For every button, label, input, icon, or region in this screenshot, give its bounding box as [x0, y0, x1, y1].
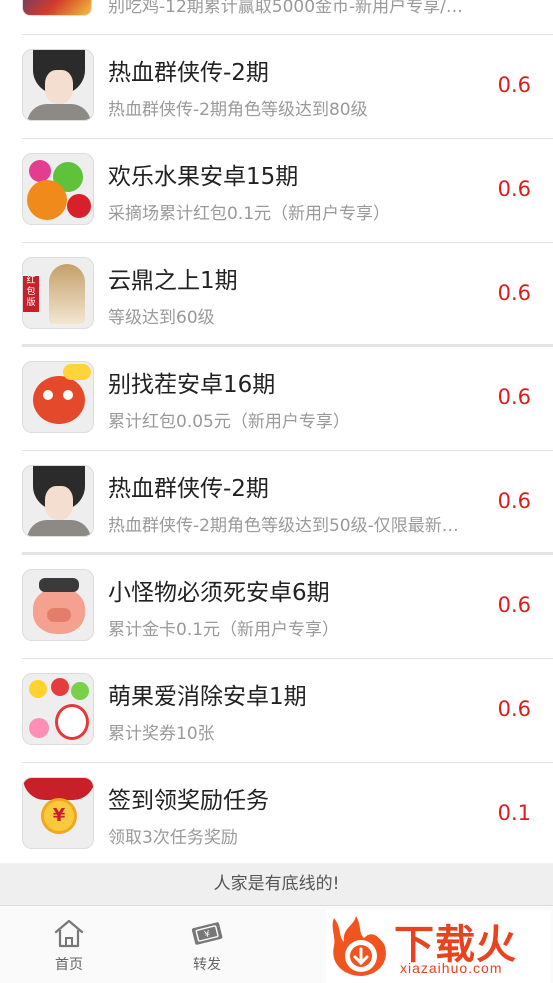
task-reward: 0.6 — [497, 593, 531, 617]
home-icon — [54, 919, 84, 948]
watermark-logo: 下载火 xiazaihuo.com — [326, 910, 551, 983]
task-title: 小怪物必须死安卓6期 — [108, 580, 330, 606]
task-title: 热血群侠传-2期 — [108, 476, 269, 502]
end-of-list-note: 人家是有底线的! — [0, 863, 553, 906]
task-subtitle: 采摘场累计红包0.1元（新用户专享） — [108, 204, 391, 224]
list-item[interactable]: 热血群侠传-2期 热血群侠传-2期角色等级达到50级-仅限最新… 0.6 — [22, 451, 553, 555]
hero-portrait-icon — [22, 49, 94, 121]
tab-label: 转发 — [193, 957, 221, 973]
tab-home[interactable]: 首页 — [9, 906, 129, 983]
task-subtitle: 热血群侠传-2期角色等级达到80级 — [108, 100, 368, 120]
task-reward: 0.6 — [497, 697, 531, 721]
match-fruit-game-icon — [22, 673, 94, 745]
task-subtitle: 领取3次任务奖励 — [108, 828, 238, 848]
tab-forward[interactable]: ¥ 转发 — [147, 906, 267, 983]
game-icon — [22, 0, 92, 16]
flame-logo-icon — [332, 916, 386, 976]
task-title: 云鼎之上1期 — [108, 268, 238, 294]
task-list: 别吃鸡-12期累计赢取5000金币-新用户专享/… 热血群侠传-2期 热血群侠传… — [0, 0, 553, 867]
task-subtitle: 累计奖券10张 — [108, 724, 215, 744]
fruit-game-icon — [22, 153, 94, 225]
task-subtitle: 等级达到60级 — [108, 308, 215, 328]
red-envelope-icon: ¥ — [22, 777, 94, 849]
list-item[interactable]: 欢乐水果安卓15期 采摘场累计红包0.1元（新用户专享） 0.6 — [22, 139, 553, 243]
task-subtitle: 累计金卡0.1元（新用户专享） — [108, 620, 340, 640]
task-reward: 0.6 — [497, 73, 531, 97]
task-title: 萌果爱消除安卓1期 — [108, 684, 307, 710]
yunding-game-icon: 红包版 — [22, 257, 94, 329]
task-subtitle: 别吃鸡-12期累计赢取5000金币-新用户专享/… — [108, 0, 463, 17]
task-reward: 0.6 — [497, 177, 531, 201]
list-item[interactable]: 红包版 云鼎之上1期 等级达到60级 0.6 — [22, 243, 553, 347]
watermark-url: xiazaihuo.com — [400, 960, 503, 976]
hero-portrait-icon — [22, 465, 94, 537]
monkey-game-icon — [22, 361, 94, 433]
yuan-coin-icon: ¥ — [41, 798, 77, 834]
list-item[interactable]: 萌果爱消除安卓1期 累计奖券10张 0.6 — [22, 659, 553, 763]
task-reward: 0.6 — [497, 281, 531, 305]
list-item[interactable]: 小怪物必须死安卓6期 累计金卡0.1元（新用户专享） 0.6 — [22, 555, 553, 659]
pig-monster-game-icon — [22, 569, 94, 641]
tab-label: 首页 — [55, 957, 83, 973]
icon-tag: 红包版 — [23, 276, 39, 312]
list-item[interactable]: ¥ 签到领奖励任务 领取3次任务奖励 0.1 — [22, 763, 553, 867]
task-title: 签到领奖励任务 — [108, 788, 269, 814]
list-item-partial[interactable]: 别吃鸡-12期累计赢取5000金币-新用户专享/… — [22, 0, 553, 35]
task-subtitle: 热血群侠传-2期角色等级达到50级-仅限最新… — [108, 516, 459, 536]
ticket-icon: ¥ — [191, 922, 223, 945]
task-title: 热血群侠传-2期 — [108, 60, 269, 86]
task-title: 欢乐水果安卓15期 — [108, 164, 299, 190]
task-title: 别找茬安卓16期 — [108, 372, 276, 398]
task-reward: 0.6 — [497, 385, 531, 409]
task-reward: 0.6 — [497, 489, 531, 513]
task-subtitle: 累计红包0.05元（新用户专享） — [108, 412, 350, 432]
task-reward: 0.1 — [497, 801, 531, 825]
list-item[interactable]: 热血群侠传-2期 热血群侠传-2期角色等级达到80级 0.6 — [22, 35, 553, 139]
list-item[interactable]: 别找茬安卓16期 累计红包0.05元（新用户专享） 0.6 — [22, 347, 553, 451]
